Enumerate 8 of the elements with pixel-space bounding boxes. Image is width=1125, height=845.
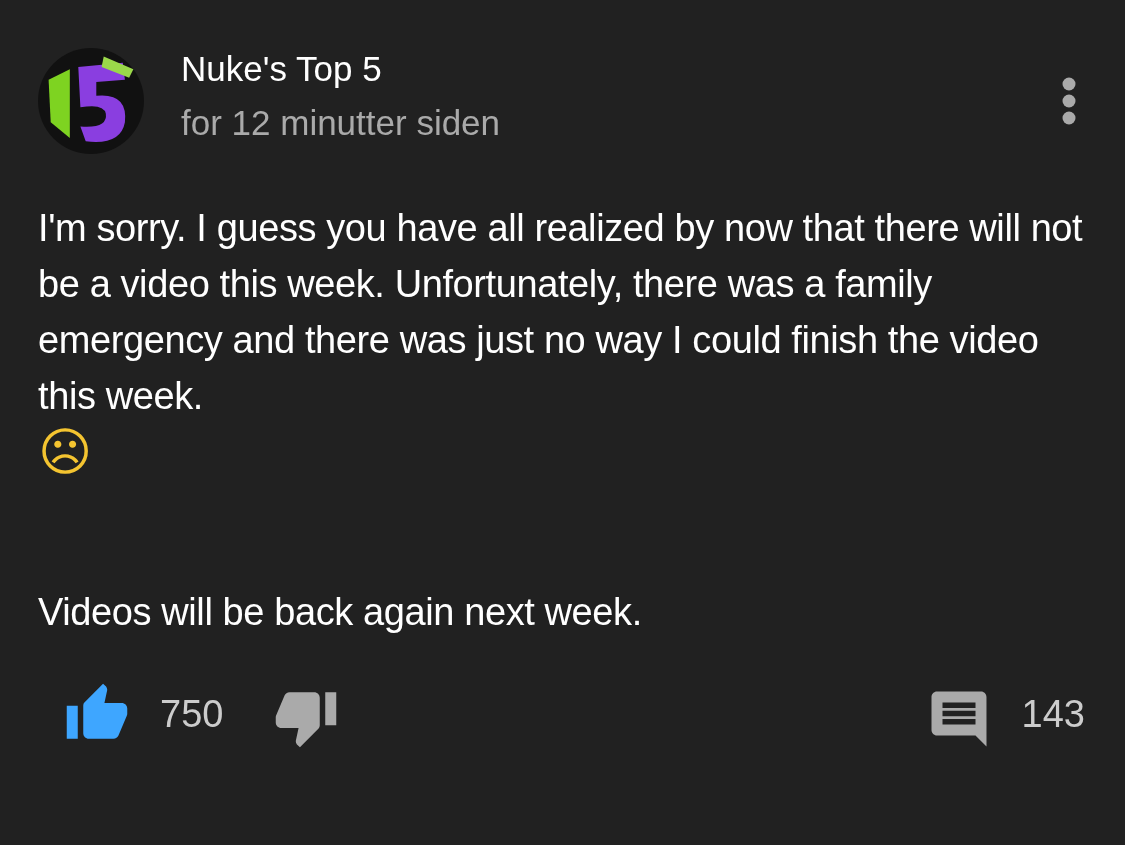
channel-name[interactable]: Nuke's Top 5 [181, 42, 1061, 96]
like-count: 750 [160, 692, 224, 736]
comment-count: 143 [1021, 692, 1085, 736]
post-text: Videos will be back again next week. [38, 590, 643, 635]
post-text: I'm sorry. I guess you have all realized by now that there will not be a video this week. Unfortunately, there was a family emergency and there was just no way I could finish the video this week. [38, 206, 1084, 419]
more-options-icon[interactable] [1061, 76, 1077, 126]
sad-face-emoji: ☹ [38, 424, 93, 480]
post-time: for 12 minutter siden [181, 102, 502, 144]
